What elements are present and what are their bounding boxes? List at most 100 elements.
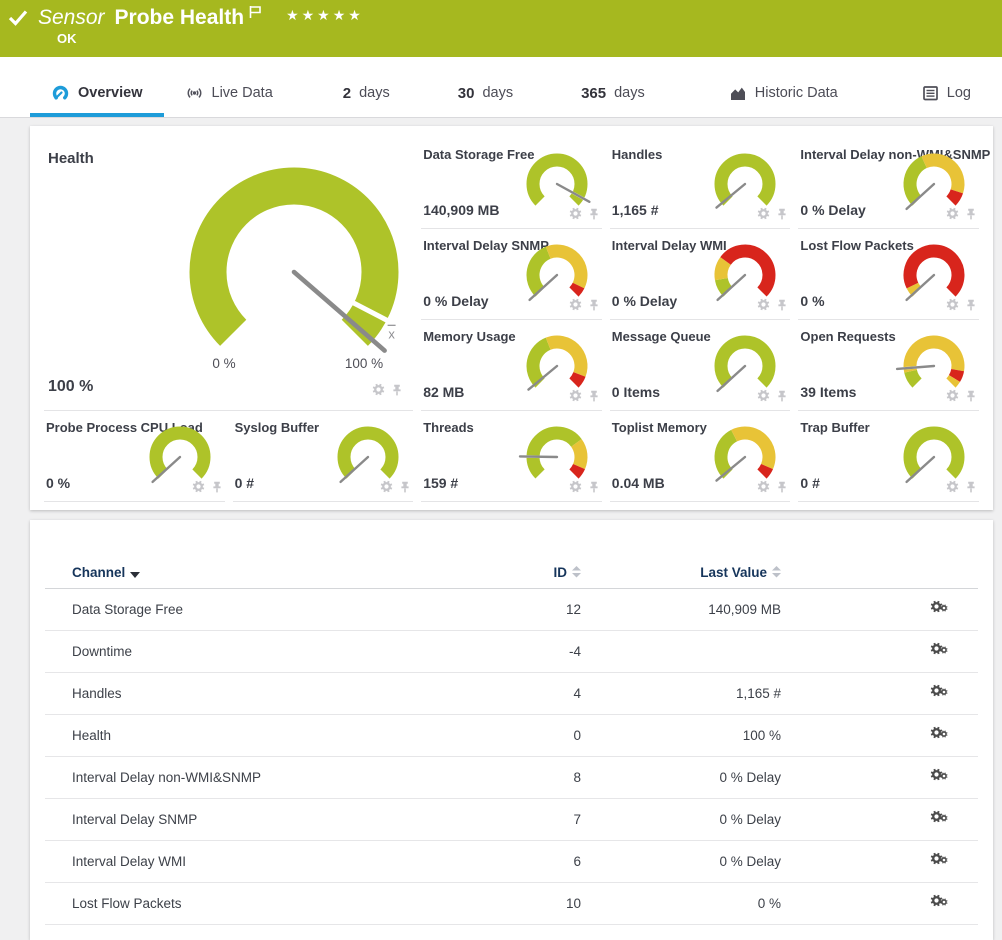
gauge-value: 0.04 MB xyxy=(612,475,665,491)
channel-settings-gears-icon[interactable] xyxy=(930,726,948,742)
table-row-interval-delay-non-wmi-snmp: Interval Delay non-WMI&SNMP80 % Delay xyxy=(45,757,978,799)
column-header-channel[interactable]: Channel xyxy=(45,558,521,589)
gauge-message-queue: Message Queue 0 Items xyxy=(610,320,791,411)
sensor-header: Sensor Probe Health ★★★★★ OK xyxy=(0,0,1002,57)
gauge-value: 0 % Delay xyxy=(800,202,865,218)
tab-365-days[interactable]: 365days xyxy=(560,73,666,117)
gauge-settings-gear-icon[interactable] xyxy=(569,207,582,220)
channel-settings-gears-icon[interactable] xyxy=(930,810,948,826)
gauge-pin-icon[interactable] xyxy=(965,208,977,220)
gauge-handles: Handles1,165 # xyxy=(610,138,791,229)
gauge-interval-delay-wmi: Interval Delay WMI0 % Delay xyxy=(610,229,791,320)
tab-label: Historic Data xyxy=(755,85,838,101)
gauge-actions xyxy=(569,298,600,311)
gauge-value: 0 # xyxy=(800,475,819,491)
tab-label: days xyxy=(359,85,390,101)
priority-stars[interactable]: ★★★★★ xyxy=(286,8,364,24)
gauge-title: Toplist Memory xyxy=(612,420,707,435)
channel-settings-cell xyxy=(781,715,978,757)
gauge-settings-gear-icon[interactable] xyxy=(569,389,582,402)
gauge-value: 0 % Delay xyxy=(423,293,488,309)
gauge-settings-gear-icon[interactable] xyxy=(946,480,959,493)
tab-2-days[interactable]: 2days xyxy=(322,73,411,117)
gauge-value: 1,165 # xyxy=(612,202,659,218)
gauge-actions xyxy=(946,480,977,493)
gauge-value: 82 MB xyxy=(423,384,464,400)
gauge-title: Trap Buffer xyxy=(800,420,869,435)
channel-name[interactable]: Health xyxy=(45,715,521,757)
gauge-settings-gear-icon[interactable] xyxy=(946,207,959,220)
column-header-last-value[interactable]: Last Value xyxy=(581,558,781,589)
gauge-pin-icon[interactable] xyxy=(776,299,788,311)
tab-live-data[interactable]: Live Data xyxy=(164,73,294,117)
svg-text:x: x xyxy=(388,326,395,341)
gauge-pin-icon[interactable] xyxy=(588,299,600,311)
gauge-value: 0 Items xyxy=(612,384,660,400)
channel-settings-gears-icon[interactable] xyxy=(930,684,948,700)
channel-id: 4 xyxy=(521,673,581,715)
gauge-open-requests: Open Requests39 Items xyxy=(798,320,979,411)
gauges-grid: Healthx0 %100 %100 %Data Storage Free140… xyxy=(44,138,979,502)
channel-settings-gears-icon[interactable] xyxy=(930,600,948,616)
tab-overview[interactable]: Overview xyxy=(30,73,164,117)
tab-30-days[interactable]: 30days xyxy=(437,73,534,117)
channel-settings-gears-icon[interactable] xyxy=(930,894,948,910)
channel-last-value: 0 % Delay xyxy=(581,757,781,799)
channel-name[interactable]: Data Storage Free xyxy=(45,589,521,631)
channel-name[interactable]: Downtime xyxy=(45,631,521,673)
table-row-downtime: Downtime-4 xyxy=(45,631,978,673)
channel-last-value xyxy=(581,631,781,673)
channel-settings-gears-icon[interactable] xyxy=(930,642,948,658)
gauge-settings-gear-icon[interactable] xyxy=(569,480,582,493)
channel-name[interactable]: Lost Flow Packets xyxy=(45,883,521,925)
gauge-settings-gear-icon[interactable] xyxy=(757,207,770,220)
channel-name[interactable]: Interval Delay non-WMI&SNMP xyxy=(45,757,521,799)
gauge-settings-gear-icon[interactable] xyxy=(757,480,770,493)
gauge-actions xyxy=(569,389,600,402)
gauge-pin-icon[interactable] xyxy=(588,208,600,220)
gauge-lost-flow-packets: Lost Flow Packets0 % xyxy=(798,229,979,320)
gauge-pin-icon[interactable] xyxy=(965,390,977,402)
channel-name[interactable]: Interval Delay SNMP xyxy=(45,799,521,841)
gauge-title: Message Queue xyxy=(612,329,711,344)
log-icon xyxy=(922,85,939,101)
tab-number: 30 xyxy=(458,85,475,102)
tab-label: Overview xyxy=(78,85,143,101)
gauge-settings-gear-icon[interactable] xyxy=(192,480,205,493)
gauge-settings-gear-icon[interactable] xyxy=(946,298,959,311)
gauge-pin-icon[interactable] xyxy=(211,481,223,493)
gauge-pin-icon[interactable] xyxy=(776,208,788,220)
gauge-pin-icon[interactable] xyxy=(776,481,788,493)
gauge-actions xyxy=(757,389,788,402)
gauge-pin-icon[interactable] xyxy=(399,481,411,493)
gauge-actions xyxy=(569,480,600,493)
channel-name[interactable]: Handles xyxy=(45,673,521,715)
gauge-settings-gear-icon[interactable] xyxy=(372,383,385,396)
gauge-pin-icon[interactable] xyxy=(965,481,977,493)
svg-text:0 %: 0 % xyxy=(212,356,235,371)
tab-bar: OverviewLive Data2days30days365daysHisto… xyxy=(0,57,1002,118)
channel-id: 8 xyxy=(521,757,581,799)
gauge-settings-gear-icon[interactable] xyxy=(757,389,770,402)
channel-name[interactable]: Interval Delay WMI xyxy=(45,841,521,883)
gauge-settings-gear-icon[interactable] xyxy=(757,298,770,311)
channel-settings-gears-icon[interactable] xyxy=(930,852,948,868)
gauge-pin-icon[interactable] xyxy=(965,299,977,311)
gauge-pin-icon[interactable] xyxy=(776,390,788,402)
gauge-settings-gear-icon[interactable] xyxy=(946,389,959,402)
gauge-pin-icon[interactable] xyxy=(391,384,403,396)
gauge-actions xyxy=(946,389,977,402)
gauge-pin-icon[interactable] xyxy=(588,481,600,493)
tab-historic-data[interactable]: Historic Data xyxy=(708,73,859,117)
tab-log[interactable]: Log xyxy=(901,73,992,117)
gauge-title: Memory Usage xyxy=(423,329,515,344)
gauge-actions xyxy=(946,298,977,311)
channel-table-panel: Channel ID Last Value Data Storage Fre xyxy=(30,520,993,940)
gauge-settings-gear-icon[interactable] xyxy=(380,480,393,493)
gauge-value: 140,909 MB xyxy=(423,202,499,218)
gauge-pin-icon[interactable] xyxy=(588,390,600,402)
gauge-dial: x0 %100 % xyxy=(134,150,454,388)
channel-settings-gears-icon[interactable] xyxy=(930,768,948,784)
gauge-settings-gear-icon[interactable] xyxy=(569,298,582,311)
column-header-id[interactable]: ID xyxy=(521,558,581,589)
